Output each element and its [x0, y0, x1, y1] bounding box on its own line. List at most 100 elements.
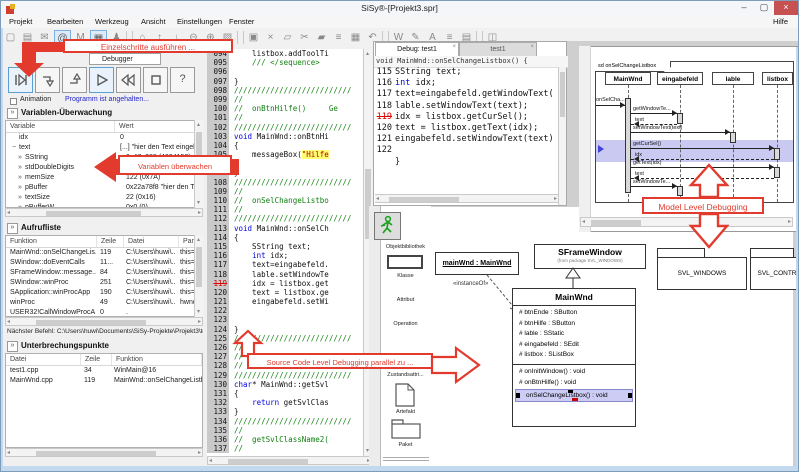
line-number[interactable]: 111	[207, 205, 229, 214]
line-number[interactable]: 103	[207, 132, 229, 141]
column-header[interactable]: Funktion	[112, 354, 202, 365]
line-number[interactable]: 096	[207, 67, 229, 76]
line-number[interactable]: 121	[374, 134, 395, 145]
breakpoint-row[interactable]: MainWnd.cpp 119 MainWnd::onSelChangeList…	[6, 376, 202, 386]
close-icon[interactable]: ×	[452, 43, 456, 51]
selection-handle[interactable]	[515, 393, 520, 398]
line-number[interactable]: 118	[374, 101, 395, 112]
call-row[interactable]: USER32!CallWindowProcA 0 .	[6, 308, 202, 317]
calls-table[interactable]: Funktion Zeile Datei Para MainWnd::onSel…	[5, 235, 203, 317]
menu-hilfe[interactable]: Hilfe	[773, 17, 788, 26]
message-setwindowtext[interactable]	[631, 132, 730, 133]
selection-handle-active[interactable]	[572, 398, 578, 402]
class-attribute[interactable]: # listbox : SListBox	[513, 350, 635, 361]
line-number[interactable]: 122	[374, 145, 395, 156]
new-document-icon[interactable]: ▢	[3, 30, 18, 45]
calls-header[interactable]: Funktion Zeile Datei Para	[6, 236, 202, 248]
line-number[interactable]: 134	[207, 417, 229, 426]
help-button[interactable]: ?	[170, 67, 195, 93]
new-object-icon[interactable]: ▣	[246, 30, 261, 45]
line-number[interactable]: 131	[207, 389, 229, 398]
line-number[interactable]: 124	[207, 325, 229, 334]
line-number[interactable]: 133	[207, 407, 229, 416]
expander-icon[interactable]: −	[12, 143, 19, 153]
activation-lable[interactable]	[730, 132, 736, 143]
line-number[interactable]: 101	[207, 113, 229, 122]
watch-hscrollbar[interactable]: ◂▸	[5, 208, 203, 217]
line-number[interactable]: 117	[374, 89, 395, 100]
line-number[interactable]: 119	[207, 279, 229, 288]
watch-header[interactable]: Variable Wert	[6, 121, 202, 133]
class-attribute[interactable]: # btnEnde : SButton	[513, 308, 635, 319]
column-header[interactable]: Datei	[124, 236, 179, 247]
list-icon[interactable]: ≡	[331, 30, 346, 45]
line-number[interactable]	[374, 157, 395, 168]
line-number[interactable]: 112	[207, 214, 229, 223]
line-number[interactable]: 100	[207, 104, 229, 113]
palette-collapse-handle[interactable]	[383, 457, 429, 461]
call-row[interactable]: SWindow::winProc 251 C:\Users\huwi\... t…	[6, 278, 202, 288]
lifeline-mainwnd[interactable]: MainWnd	[605, 72, 651, 85]
expander-icon[interactable]: »	[18, 163, 25, 173]
activation-eingabefeld[interactable]	[677, 113, 683, 124]
line-number[interactable]: 122	[207, 306, 229, 315]
message-setwindowtext2[interactable]	[631, 186, 677, 187]
line-number[interactable]: 118	[207, 270, 229, 279]
line-number[interactable]: 119	[374, 112, 395, 123]
line-number[interactable]: 099	[207, 95, 229, 104]
code-editor[interactable]: 094 listbox.addToolTi 095 /// </sequence…	[207, 49, 363, 456]
lifeline-listbox[interactable]: listbox	[762, 72, 793, 85]
artifact-tool-icon[interactable]	[395, 383, 415, 407]
palette-item-zustandsattribut[interactable]: Zustandsattri...	[380, 372, 431, 378]
activation-listbox2[interactable]	[774, 167, 780, 178]
menu-projekt[interactable]: Projekt	[9, 17, 32, 26]
line-number[interactable]: 110	[207, 196, 229, 205]
animation-checkbox[interactable]	[10, 98, 17, 105]
message-getcursel[interactable]	[631, 148, 774, 149]
copy-icon[interactable]: ▱	[280, 30, 295, 45]
editor-hscrollbar[interactable]: ◂▸	[207, 456, 372, 465]
breakpoint-row[interactable]: test1.cpp 34 WinMain@16	[6, 366, 202, 376]
minimize-button[interactable]: –	[734, 1, 754, 14]
line-number[interactable]: 137	[207, 444, 229, 453]
class-attribute[interactable]: # btnHilfe : SButton	[513, 319, 635, 330]
watch-row[interactable]: »textSize 22 (0x16)	[6, 193, 202, 203]
paste-icon[interactable]: ▰	[314, 30, 329, 45]
class-diagram-canvas[interactable]: mainWnd : MainWnd «instanceOf» SFrameWin…	[429, 207, 793, 467]
call-row[interactable]: SFrameWindow::message... 84 C:\Users\huw…	[6, 268, 202, 278]
column-header[interactable]: Datei	[6, 354, 81, 365]
line-number[interactable]: 135	[207, 426, 229, 435]
breakpoints-table[interactable]: Datei Zeile Funktion test1.cpp 34 WinMai…	[5, 353, 203, 448]
debug-hscrollbar[interactable]: ◂▸	[375, 194, 558, 203]
watch-row[interactable]: idx 0	[6, 133, 202, 143]
line-number[interactable]: 095	[207, 58, 229, 67]
call-row[interactable]: SApplication::winProcApp 190 C:\Users\hu…	[6, 288, 202, 298]
line-number[interactable]: 113	[207, 224, 229, 233]
class-operation[interactable]: # onBtnHilfe() : void	[513, 378, 635, 389]
menu-ansicht[interactable]: Ansicht	[141, 17, 166, 26]
line-number[interactable]: 125	[207, 334, 229, 343]
line-number[interactable]: 130	[207, 380, 229, 389]
expander-icon[interactable]: »	[18, 173, 25, 183]
line-number[interactable]: 108	[207, 178, 229, 187]
run-button[interactable]	[89, 67, 114, 93]
line-number[interactable]: 123	[207, 315, 229, 324]
line-number[interactable]: 104	[207, 141, 229, 150]
separator[interactable]	[237, 31, 244, 44]
menu-werkzeug[interactable]: Werkzeug	[95, 17, 129, 26]
grid-icon[interactable]: ▦	[348, 30, 363, 45]
calls-vscrollbar[interactable]: ▴▾	[194, 235, 203, 317]
selected-operation[interactable]: onSelChangeListbox() : void	[515, 389, 633, 402]
call-row[interactable]: winProc 49 C:\Users\huwi\... hwnd	[6, 298, 202, 308]
line-number[interactable]: 132	[207, 398, 229, 407]
class-tool-icon[interactable]	[387, 255, 423, 269]
tab-debug-test1[interactable]: Debug: test1×	[375, 42, 459, 57]
line-number[interactable]: 116	[207, 251, 229, 260]
palette-item-paket[interactable]: Paket	[380, 442, 431, 448]
debug-vscrollbar[interactable]	[558, 67, 566, 205]
palette-item-attribut[interactable]: Attribut	[380, 297, 431, 303]
restart-button[interactable]	[116, 67, 141, 93]
palette-item-objektbibliothek[interactable]: Objektbibliothek	[380, 244, 431, 250]
close-button[interactable]: ×	[774, 1, 798, 15]
palette-item-operation[interactable]: Operation	[380, 321, 431, 327]
